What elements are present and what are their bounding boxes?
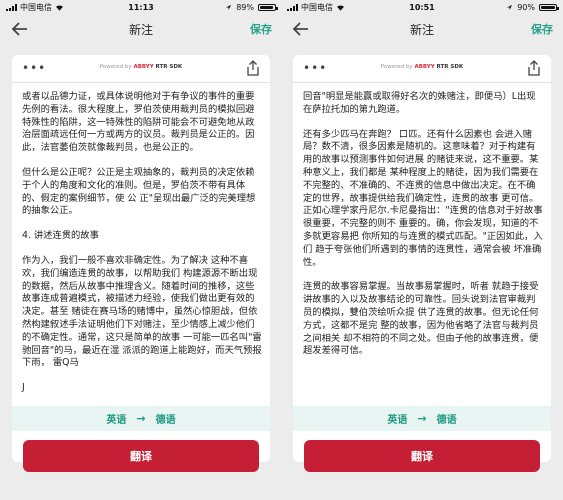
translate-button[interactable]: 翻译 [304,440,540,472]
signal-icon [287,3,298,11]
note-text[interactable]: 回音"明显是能赢或取得好名次的姝赌注，即便马）L出现在萨拉托加的第九跑道。 还有… [293,83,551,358]
clock: 10:51 [409,2,435,12]
abbyy-logo: ABBYY [414,64,435,70]
paragraph: 或者以品德力证，或具体说明他对于有争议的事件的重要先例的看法。很大程度上，罗伯茨… [22,91,255,154]
paragraph: 连贯的故事容易掌握。当故事易掌握时，听者 就趋于接受讲故事的入以及故事结论的可靠… [303,281,539,357]
language-selector[interactable]: 英语 → 德语 [293,406,551,431]
section-heading: 4. 讲述连贯的故事 [22,230,99,242]
sdk-label: RTR SDK [436,64,464,70]
paragraph: 但什么是公正呢？公正是主观抽象的，裁判员的决定依赖于个人的角度和文化的准则。但是… [22,166,256,217]
powered-by: Powered by ABBYY RTR SDK [12,64,270,70]
battery-percent: 89% [236,2,254,12]
save-button[interactable]: 保存 [531,21,553,37]
carrier-label: 中国电信 [301,2,333,12]
share-icon[interactable] [527,60,541,76]
phone-screen-left: 中国电信 11:13 89% 新注 保存 ••• Powered by ABBY… [0,0,282,500]
page-title: 新注 [409,22,434,37]
status-bar: 中国电信 11:13 89% [0,0,282,14]
note-text[interactable]: 或者以品德力证，或具体说明他对于有争议的事件的重要先例的看法。很大程度上，罗伯茨… [12,83,270,395]
wifi-icon [337,4,344,11]
powered-by: Powered by ABBYY RTR SDK [293,64,551,70]
signal-icon [6,3,17,11]
battery-icon [258,3,278,11]
battery-icon [539,3,559,11]
wifi-icon [56,4,63,11]
powered-prefix: Powered by [380,64,413,70]
nav-bar: 新注 保存 [281,16,563,42]
target-language[interactable]: 德语 [437,411,457,426]
source-language[interactable]: 英语 [387,411,407,426]
share-icon[interactable] [246,60,260,76]
card-header: ••• Powered by ABBYY RTR SDK [293,55,551,83]
nav-bar: 新注 保存 [0,16,282,42]
arrow-right-icon: → [417,412,427,425]
arrow-right-icon: → [136,412,146,425]
translate-button[interactable]: 翻译 [23,440,259,472]
battery-percent: 90% [517,2,535,12]
location-icon [226,4,232,10]
save-button[interactable]: 保存 [250,21,272,37]
clock: 11:13 [128,2,154,12]
back-arrow-icon[interactable] [10,19,30,39]
paragraph: J [22,382,25,394]
abbyy-logo: ABBYY [133,64,154,70]
location-icon [507,4,513,10]
page-title: 新注 [128,22,153,37]
back-arrow-icon[interactable] [291,19,311,39]
paragraph: 作为入，我们一般不喜欢非确定性。为了解决 这种不喜欢，我们编造连贯的故事，以帮助… [22,254,262,369]
language-selector[interactable]: 英语 → 德语 [12,406,270,431]
card-header: ••• Powered by ABBYY RTR SDK [12,55,270,83]
target-language[interactable]: 德语 [156,411,176,426]
status-bar: 中国电信 10:51 90% [281,0,563,14]
phone-screen-right: 中国电信 10:51 90% 新注 保存 ••• Powered by ABBY… [281,0,563,500]
powered-prefix: Powered by [99,64,132,70]
paragraph: 回音"明显是能赢或取得好名次的姝赌注，即便马）L出现在萨拉托加的第九跑道。 [303,91,536,115]
note-card: ••• Powered by ABBYY RTR SDK 或者以品德力证，或具体… [12,55,270,462]
carrier-label: 中国电信 [20,2,52,12]
note-card: ••• Powered by ABBYY RTR SDK 回音"明显是能赢或取得… [293,55,551,462]
sdk-label: RTR SDK [155,64,183,70]
source-language[interactable]: 英语 [106,411,126,426]
paragraph: 还有多少匹马在奔跑？ 口匹。还有什么因素也 会进入赌局？数不清，很多因素是随机的… [303,128,543,268]
